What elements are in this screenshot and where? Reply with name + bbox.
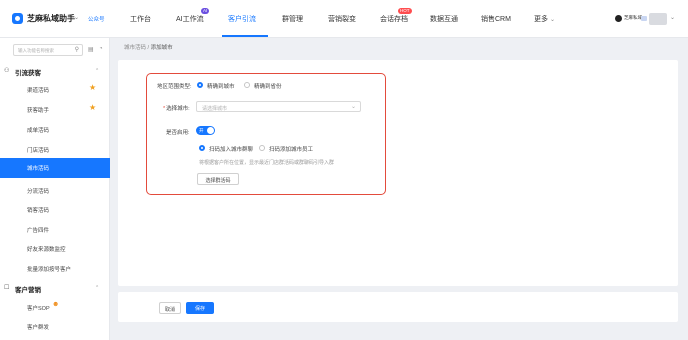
- breadcrumb: 城市活码 / 添加城市: [124, 43, 173, 51]
- nav-workbench[interactable]: 工作台: [130, 14, 151, 24]
- mode-hint-text: 将根据客户所在位置，显示最近门店群活码或群聊码引导入群: [199, 160, 335, 166]
- top-bar: 芝麻私域助手 ⌄ 公众号 工作台 AI工作流 AI 客户引流 群管理 营销裂变 …: [0, 0, 688, 38]
- nav-data-interop[interactable]: 数据互通: [430, 14, 458, 24]
- chevron-up-icon[interactable]: ⌃: [95, 285, 99, 291]
- hot-badge: HOT: [398, 8, 412, 14]
- search-placeholder: 输入功能名称搜索: [18, 48, 54, 53]
- brand-name[interactable]: 芝麻私域助手: [27, 13, 75, 24]
- sidebar-item-label: 城市活码: [27, 166, 50, 172]
- nav-group-management[interactable]: 群管理: [282, 14, 303, 24]
- radio-add-city-staff-label[interactable]: 扫码添加城市员工: [269, 145, 313, 153]
- chevron-down-icon[interactable]: ⌄: [670, 14, 675, 21]
- city-select-placeholder: 请选择城市: [202, 105, 228, 112]
- save-button[interactable]: 保存: [186, 302, 214, 314]
- sidebar-item-ad-widgets[interactable]: 广告四件: [27, 226, 49, 234]
- nav-marketing-fission[interactable]: 营销裂变: [328, 14, 356, 24]
- sidebar-item-batch-add-customers[interactable]: 批量添加按号客户: [27, 265, 71, 273]
- region-type-label: 地区范围类型:: [157, 84, 192, 90]
- nav-more[interactable]: 更多 ⌄: [534, 14, 555, 24]
- radio-city-label[interactable]: 精确到城市: [207, 82, 235, 90]
- chevron-down-icon: ⌄: [350, 104, 356, 110]
- sidebar-item-store-code[interactable]: 门店活码: [27, 146, 49, 154]
- city-select[interactable]: 请选择城市 ⌄: [196, 101, 361, 112]
- sidebar-item-order-code[interactable]: 成单活码: [27, 126, 49, 134]
- sidebar-item-friend-source-monitor[interactable]: 好友来源数监控: [27, 245, 66, 253]
- breadcrumb-parent[interactable]: 城市活码: [124, 45, 146, 51]
- city-select-label-text: 选择城市:: [166, 106, 190, 112]
- sidebar-item-sales-code[interactable]: 销客活码: [27, 206, 49, 214]
- sidebar-item-acquisition-assistant[interactable]: 获客助手: [27, 106, 49, 114]
- marketing-icon: ☐: [4, 285, 10, 291]
- nav-more-label: 更多: [534, 16, 548, 23]
- save-label: 保存: [194, 306, 205, 312]
- nav-sales-crm[interactable]: 销售CRM: [481, 14, 511, 24]
- sidebar: 输入功能名称搜索 ⚲ ▤ ◔ ⚇ 引流获客 ⌃ 渠道活码 ★ 获客助手 ★ 成单…: [0, 38, 110, 340]
- account-tag: [641, 16, 647, 21]
- star-icon: ★: [89, 103, 97, 112]
- sidebar-search-input[interactable]: 输入功能名称搜索 ⚲: [13, 44, 83, 56]
- official-account-link[interactable]: 公众号: [88, 15, 105, 23]
- sidebar-item-split-code[interactable]: 分流活码: [27, 187, 49, 195]
- radio-join-city-group-label[interactable]: 扫码加入城市群聊: [209, 145, 253, 153]
- sidebar-group-marketing[interactable]: 客户营销: [15, 284, 41, 294]
- search-icon[interactable]: ⚲: [75, 46, 79, 53]
- toggle-knob: [207, 127, 214, 134]
- acquisition-icon: ⚇: [4, 68, 10, 74]
- emoji-icon: ☻: [52, 301, 60, 308]
- enable-toggle[interactable]: 开: [196, 126, 215, 135]
- radio-join-city-group[interactable]: [199, 145, 205, 151]
- enable-label: 是否启用:: [166, 130, 190, 136]
- sidebar-item-city-code[interactable]: 城市活码: [0, 158, 110, 178]
- chevron-down-icon: ⌄: [550, 17, 556, 23]
- nav-customer-acquisition[interactable]: 客户引流: [228, 14, 256, 24]
- clock-icon[interactable]: ◔: [99, 46, 103, 52]
- city-select-label: *选择城市:: [163, 104, 190, 112]
- sidebar-item-channel-code[interactable]: 渠道活码: [27, 86, 49, 94]
- sidebar-item-customer-broadcast[interactable]: 客户群发: [27, 323, 49, 331]
- breadcrumb-current: 添加城市: [150, 45, 173, 51]
- radio-add-city-staff[interactable]: [259, 145, 265, 151]
- user-avatar-image: [649, 13, 667, 25]
- select-group-code-button[interactable]: 选择群活码: [197, 173, 239, 185]
- nav-active-indicator: [222, 35, 268, 37]
- radio-city[interactable]: [197, 82, 203, 88]
- avatar: [615, 15, 622, 22]
- chevron-down-icon[interactable]: ⌄: [74, 14, 79, 21]
- chevron-up-icon[interactable]: ⌃: [95, 68, 99, 74]
- radio-province[interactable]: [244, 82, 250, 88]
- user-profile[interactable]: 芝麻私域: [615, 13, 667, 25]
- sidebar-item-customer-sop[interactable]: 客户SOP: [27, 304, 50, 312]
- select-group-code-label: 选择群活码: [205, 178, 231, 184]
- radio-province-label[interactable]: 精确到省份: [254, 82, 282, 90]
- star-icon: ★: [89, 83, 97, 92]
- sidebar-group-acquisition[interactable]: 引流获客: [15, 67, 41, 77]
- nav-ai-workflow[interactable]: AI工作流: [176, 14, 204, 24]
- toggle-text: 开: [199, 127, 204, 133]
- brand-logo-icon: [12, 13, 23, 24]
- ai-badge: AI: [201, 8, 210, 14]
- cancel-button[interactable]: 取消: [159, 302, 181, 314]
- user-name: 芝麻私域: [624, 15, 642, 20]
- calendar-icon[interactable]: ▤: [88, 46, 94, 53]
- nav-session-archive[interactable]: 会话存档: [380, 14, 408, 24]
- cancel-label: 取消: [164, 307, 175, 313]
- required-mark: *: [163, 106, 166, 112]
